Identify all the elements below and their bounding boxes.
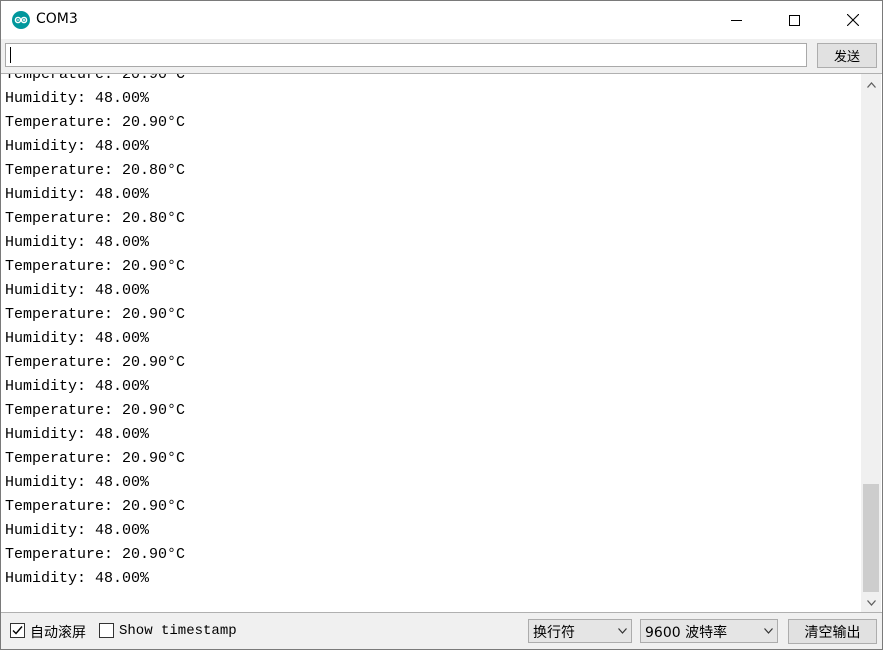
output-line: Humidity: 48.00% — [5, 474, 150, 491]
output-line: Humidity: 48.00% — [5, 330, 150, 347]
output-line: Temperature: 20.90°C — [5, 354, 186, 371]
clear-output-button[interactable]: 清空输出 — [788, 619, 877, 644]
maximize-icon — [788, 14, 800, 26]
output-line: Humidity: 48.00% — [5, 522, 150, 539]
serial-monitor-window: COM3 发送 Temperature: 20.90°C Humidity: 48… — [0, 0, 883, 650]
output-line: Humidity: 48.00% — [5, 234, 150, 251]
output-line: Humidity: 48.00% — [5, 186, 150, 203]
maximize-button[interactable] — [765, 1, 823, 39]
close-icon — [847, 14, 859, 26]
scroll-down-button[interactable] — [861, 594, 881, 612]
output-line: Temperature: 20.90°C — [5, 74, 186, 83]
line-ending-value: 换行符 — [533, 625, 575, 641]
baud-rate-select[interactable]: 9600 波特率 — [640, 619, 778, 643]
output-line: Temperature: 20.80°C — [5, 162, 186, 179]
timestamp-label[interactable]: Show timestamp — [119, 623, 237, 639]
output-line: Humidity: 48.00% — [5, 570, 150, 587]
send-button[interactable]: 发送 — [817, 43, 877, 68]
check-icon — [12, 626, 23, 635]
output-line: Humidity: 48.00% — [5, 426, 150, 443]
text-caret — [10, 47, 11, 63]
output-line: Temperature: 20.90°C — [5, 258, 186, 275]
output-line: Temperature: 20.90°C — [5, 114, 186, 131]
chevron-down-icon — [764, 628, 773, 634]
output-viewport: Temperature: 20.90°C Humidity: 48.00% Temp… — [1, 74, 859, 612]
output-line: Humidity: 48.00% — [5, 378, 150, 395]
output-line: Temperature: 20.90°C — [5, 546, 186, 563]
chevron-down-icon — [618, 628, 627, 634]
bottom-bar: 自动滚屏 Show timestamp 换行符 9600 波特率 清空输出 — [1, 613, 882, 649]
line-ending-select[interactable]: 换行符 — [528, 619, 632, 643]
output-line: Temperature: 20.90°C — [5, 498, 186, 515]
send-input[interactable] — [5, 43, 807, 67]
scroll-up-button[interactable] — [861, 76, 881, 94]
minimize-button[interactable] — [707, 1, 765, 39]
window-title: COM3 — [36, 11, 78, 27]
autoscroll-label[interactable]: 自动滚屏 — [30, 622, 86, 642]
output-text: Temperature: 20.90°C Humidity: 48.00% Temp… — [5, 74, 855, 591]
output-line: Humidity: 48.00% — [5, 90, 150, 107]
autoscroll-checkbox[interactable] — [10, 623, 25, 638]
output-line: Temperature: 20.90°C — [5, 402, 186, 419]
timestamp-checkbox[interactable] — [99, 623, 114, 638]
send-bar: 发送 — [1, 39, 882, 73]
close-button[interactable] — [824, 1, 882, 39]
title-bar[interactable]: COM3 — [1, 1, 882, 39]
chevron-up-icon — [866, 82, 876, 88]
baud-rate-value: 9600 波特率 — [645, 625, 728, 641]
output-line: Humidity: 48.00% — [5, 282, 150, 299]
output-line: Temperature: 20.80°C — [5, 210, 186, 227]
output-line: Temperature: 20.90°C — [5, 306, 186, 323]
arduino-icon — [12, 11, 30, 29]
output-line: Humidity: 48.00% — [5, 138, 150, 155]
output-line: Temperature: 20.90°C — [5, 450, 186, 467]
serial-output[interactable]: Temperature: 20.90°C Humidity: 48.00% Temp… — [1, 73, 882, 613]
vertical-scrollbar[interactable] — [861, 74, 881, 612]
minimize-icon — [730, 19, 742, 21]
scroll-thumb[interactable] — [863, 484, 879, 592]
chevron-down-icon — [866, 600, 876, 606]
